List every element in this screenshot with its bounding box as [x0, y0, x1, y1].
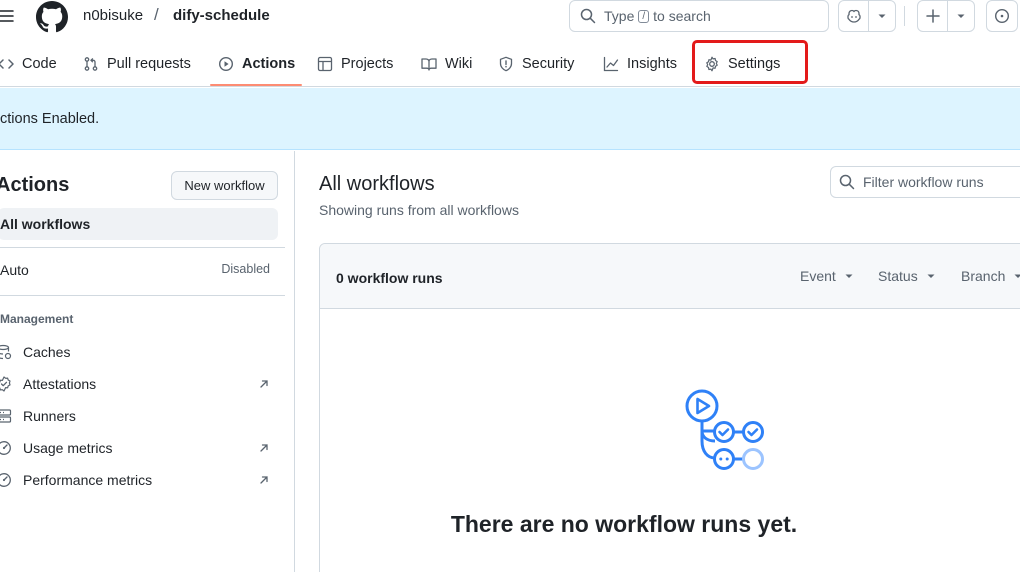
- banner-text: ctions Enabled.: [0, 110, 100, 127]
- management-heading: Management: [0, 312, 74, 326]
- arrow-up-right-icon: [257, 378, 271, 390]
- tab-label: Wiki: [445, 56, 473, 72]
- tab-label: Projects: [341, 56, 394, 72]
- github-logo-icon[interactable]: [36, 1, 68, 33]
- workflow-runs-count: 0 workflow runs: [336, 270, 443, 286]
- sidebar-item-caches[interactable]: Caches: [0, 340, 271, 364]
- tab-label: Code: [22, 56, 57, 72]
- branch-filter-dropdown[interactable]: Branch: [961, 268, 1020, 284]
- tab-label: Pull requests: [107, 56, 191, 72]
- sidebar-item-label: Usage metrics: [23, 440, 113, 456]
- sidebar-item-label: Caches: [23, 344, 71, 360]
- triangle-down-icon: [957, 14, 965, 18]
- dropdown-label: Branch: [961, 268, 1006, 284]
- arrow-up-right-icon: [257, 474, 271, 486]
- settings-highlight-box: [692, 40, 808, 84]
- plus-icon: [925, 9, 940, 23]
- sidebar-item-attestations[interactable]: Attestations: [0, 372, 271, 396]
- empty-state-message: There are no workflow runs yet.: [450, 511, 798, 537]
- sidebar-item-performance-metrics[interactable]: Performance metrics: [0, 468, 271, 492]
- search-placeholder-post: to search: [653, 8, 711, 24]
- table-icon: [317, 56, 333, 72]
- actions-enabled-banner: ctions Enabled.: [0, 88, 1020, 150]
- dropdown-label: Status: [878, 268, 918, 284]
- create-button-group: [917, 0, 975, 32]
- triangle-down-icon: [927, 274, 935, 278]
- filter-placeholder: Filter workflow runs: [863, 174, 984, 190]
- active-tab-underline: [210, 84, 302, 86]
- copilot-button-group: [838, 0, 896, 32]
- search-placeholder-pre: Type: [604, 8, 635, 24]
- copilot-dropdown[interactable]: [869, 11, 895, 21]
- search-input[interactable]: Type / to search: [569, 0, 829, 32]
- workflow-name: Auto: [0, 262, 29, 278]
- sidebar-item-usage-metrics[interactable]: Usage metrics: [0, 436, 271, 460]
- copilot-button[interactable]: [839, 1, 869, 31]
- header-divider: [904, 6, 905, 26]
- graph-icon: [603, 56, 619, 72]
- sidebar-item-label: Performance metrics: [23, 472, 153, 488]
- book-icon: [421, 58, 437, 71]
- verified-icon: [0, 376, 16, 392]
- tab-pull-requests[interactable]: Pull requests: [83, 46, 191, 82]
- tab-security[interactable]: Security: [498, 46, 574, 82]
- page-title: All workflows: [319, 173, 435, 195]
- breadcrumb-separator: /: [154, 5, 159, 24]
- create-dropdown[interactable]: [948, 11, 974, 21]
- status-filter-dropdown[interactable]: Status: [878, 268, 936, 284]
- issues-button[interactable]: [986, 0, 1018, 32]
- breadcrumb-owner[interactable]: n0bisuke: [83, 7, 143, 25]
- meter-icon: [0, 472, 16, 488]
- triangle-down-icon: [1014, 274, 1020, 278]
- actions-sidebar: Actions New workflow All workflows Auto …: [0, 151, 295, 572]
- search-icon: [580, 8, 596, 24]
- new-workflow-button[interactable]: New workflow: [171, 171, 278, 200]
- sidebar-item-all-workflows[interactable]: All workflows: [0, 208, 278, 240]
- database-icon: [0, 344, 16, 360]
- workflow-runs-box: 0 workflow runs Event Status Branch Ther…: [319, 243, 1020, 572]
- code-icon: [0, 59, 14, 69]
- dropdown-label: Event: [800, 268, 836, 284]
- sidebar-item-label: Runners: [23, 408, 76, 424]
- triangle-down-icon: [878, 14, 886, 18]
- workflow-runs-header: 0 workflow runs Event Status Branch: [320, 244, 1020, 309]
- play-icon: [218, 56, 234, 72]
- sidebar-title: Actions: [0, 174, 70, 196]
- copilot-icon: [846, 9, 861, 23]
- search-icon: [839, 174, 855, 190]
- page-subtitle: Showing runs from all workflows: [319, 202, 519, 218]
- tab-insights[interactable]: Insights: [603, 46, 677, 82]
- tab-label: Security: [522, 56, 575, 72]
- tab-wiki[interactable]: Wiki: [421, 46, 472, 82]
- filter-workflow-runs-input[interactable]: Filter workflow runs: [830, 166, 1020, 198]
- sidebar-item-workflow[interactable]: Auto Disabled: [0, 262, 270, 278]
- breadcrumb-repo[interactable]: dify-schedule: [173, 7, 270, 25]
- event-filter-dropdown[interactable]: Event: [800, 268, 854, 284]
- arrow-up-right-icon: [257, 442, 271, 454]
- tab-label: Actions: [242, 56, 296, 72]
- shield-icon: [499, 56, 513, 72]
- workflow-status-badge: Disabled: [221, 262, 270, 276]
- tab-projects[interactable]: Projects: [317, 46, 393, 82]
- triangle-down-icon: [845, 274, 853, 278]
- tab-label: Insights: [627, 56, 677, 72]
- sidebar-divider: [0, 295, 285, 296]
- server-icon: [0, 408, 16, 424]
- workflow-illustration-icon: [685, 389, 769, 473]
- repo-header: n0bisuke / dify-schedule Type / to searc…: [0, 0, 1020, 87]
- search-shortcut-key: /: [638, 9, 650, 23]
- issue-opened-icon: [994, 8, 1010, 24]
- sidebar-item-label: Attestations: [23, 376, 97, 392]
- tab-actions[interactable]: Actions: [218, 46, 295, 82]
- meter-icon: [0, 440, 16, 456]
- create-new-button[interactable]: [918, 1, 948, 31]
- pull-request-icon: [84, 57, 98, 71]
- tab-code[interactable]: Code: [0, 46, 57, 82]
- menu-icon[interactable]: [0, 4, 18, 28]
- sidebar-divider: [0, 247, 285, 248]
- sidebar-item-runners[interactable]: Runners: [0, 404, 271, 428]
